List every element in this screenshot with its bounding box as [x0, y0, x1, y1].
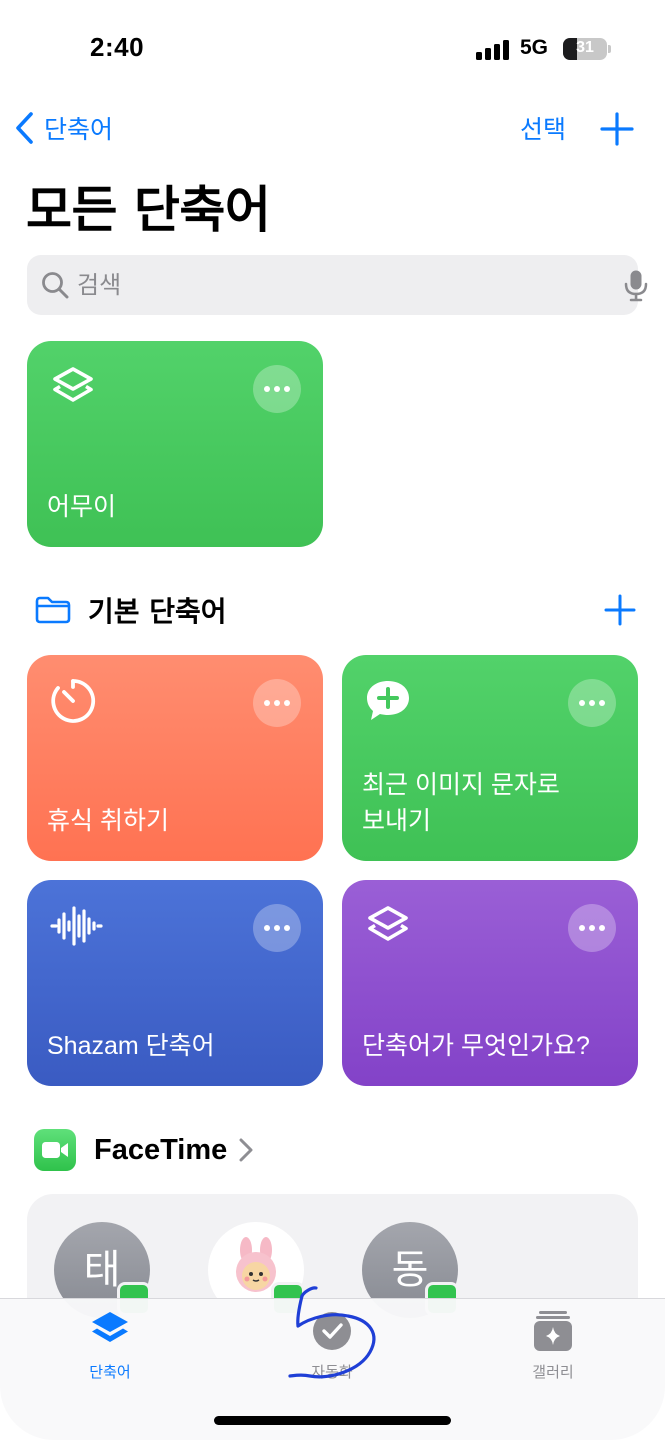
shortcut-label: 단축어가 무엇인가요? [362, 1032, 590, 1060]
message-plus-icon [367, 681, 409, 720]
battery-cap [608, 45, 611, 53]
chevron-left-icon [16, 112, 33, 144]
add-to-folder-plus-icon[interactable] [604, 594, 636, 626]
more-options-button[interactable] [253, 904, 301, 952]
microphone-icon[interactable] [623, 269, 649, 303]
more-options-button[interactable] [568, 904, 616, 952]
more-options-button[interactable] [253, 365, 301, 413]
video-camera-icon [42, 1142, 68, 1158]
status-time: 2:40 [90, 32, 145, 62]
shortcut-label: 최근 이미지 문자로 보내기 [362, 771, 560, 835]
network-type: 5G [520, 36, 549, 59]
shortcut-tile-send-recent-image[interactable]: 최근 이미지 문자로 보내기 [342, 655, 638, 861]
shortcut-tile-eomui[interactable]: 어무이 [27, 341, 323, 547]
search-bar[interactable] [27, 255, 648, 315]
tab-label: 단축어 [89, 1363, 131, 1381]
select-button[interactable]: 선택 [520, 110, 566, 146]
shortcut-label: 휴식 취하기 [47, 807, 169, 835]
add-shortcut-plus-icon[interactable] [600, 112, 634, 146]
checkmark-clock-icon [310, 1309, 354, 1353]
cellular-signal-icon [476, 38, 512, 60]
back-button-label: 단축어 [44, 115, 114, 144]
tab-shortcuts[interactable]: 단축어 [35, 1309, 185, 1382]
search-icon [42, 272, 69, 299]
more-options-button[interactable] [568, 679, 616, 727]
facetime-title: FaceTime [94, 1133, 228, 1166]
battery-percent: 31 [576, 39, 594, 56]
facetime-section-header[interactable]: FaceTime [34, 1128, 253, 1172]
shortcut-tile-take-a-break[interactable]: 휴식 취하기 [27, 655, 323, 861]
status-bar: 2:40 5G 31 [0, 0, 665, 100]
tab-label: 자동화 [311, 1363, 353, 1381]
back-button[interactable]: 단축어 [14, 108, 113, 148]
tab-automation[interactable]: 자동화 [257, 1309, 407, 1382]
tab-gallery[interactable]: 갤러리 [478, 1309, 628, 1382]
shortcuts-layers-icon [88, 1309, 132, 1353]
sparkle-gallery-icon [531, 1309, 575, 1353]
timer-icon [51, 679, 96, 723]
battery-icon: 31 [563, 38, 607, 60]
search-input[interactable] [77, 265, 577, 305]
shortcut-tile-shazam[interactable]: Shazam 단축어 [27, 880, 323, 1086]
folder-label: 기본 단축어 [88, 595, 227, 628]
waveform-icon [50, 906, 103, 946]
shortcut-label: 어무이 [47, 493, 117, 521]
folder-icon [35, 596, 71, 624]
shortcut-label: Shazam 단축어 [47, 1032, 215, 1060]
folder-header[interactable]: 기본 단축어 [34, 588, 227, 632]
shortcuts-layers-icon [368, 906, 408, 941]
chevron-right-icon [239, 1138, 253, 1162]
tab-label: 갤러리 [532, 1363, 574, 1381]
more-options-button[interactable] [253, 679, 301, 727]
shortcut-tile-what-are-shortcuts[interactable]: 단축어가 무엇인가요? [342, 880, 638, 1086]
facetime-app-icon [34, 1129, 76, 1171]
shortcuts-layers-icon [53, 367, 93, 402]
page-title: 모든 단축어 [26, 181, 271, 239]
home-indicator [214, 1416, 451, 1425]
